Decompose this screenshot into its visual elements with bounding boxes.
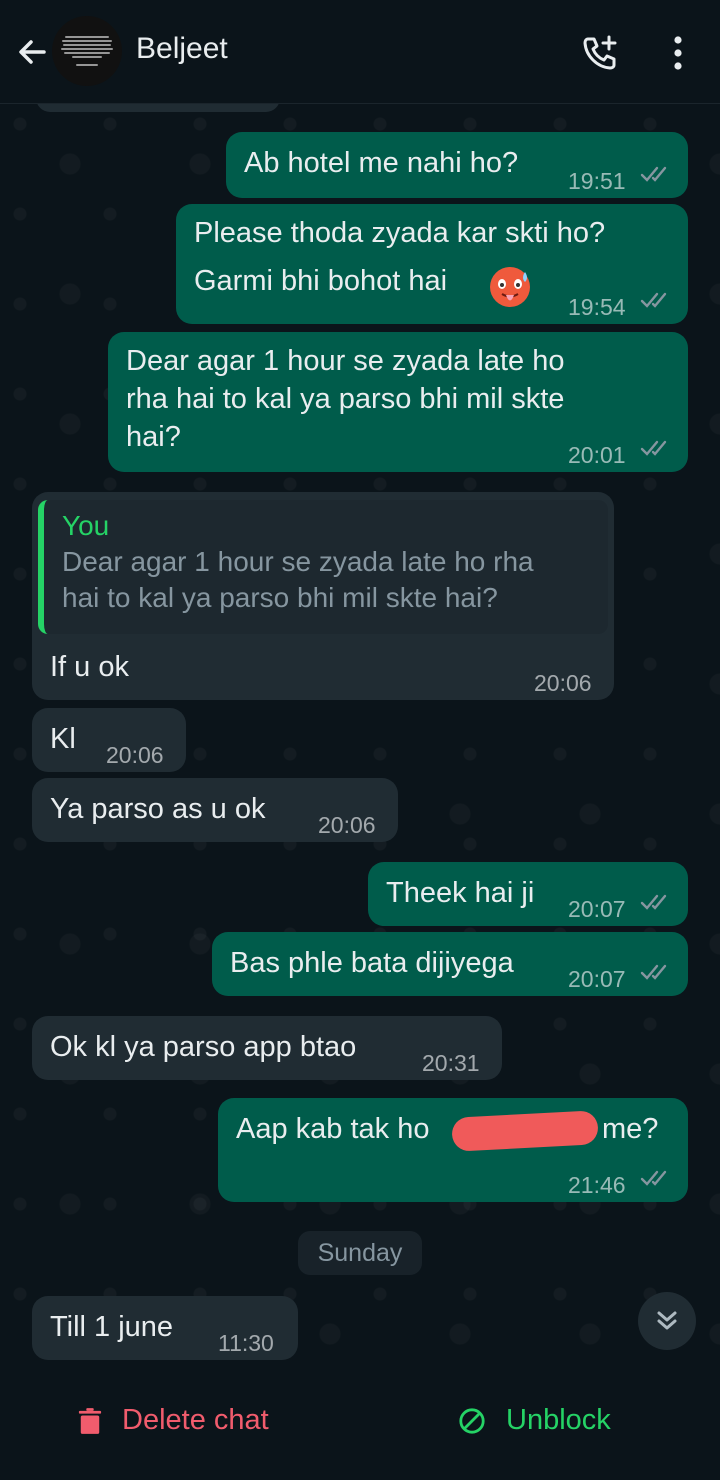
message-bubble-outgoing[interactable]: Dear agar 1 hour se zyada late ho rha ha… [108,332,688,472]
message-list[interactable]: Ab hotel me nahi ho? 19:51 Please thoda … [0,104,720,1366]
message-bubble-outgoing[interactable]: Ab hotel me nahi ho? 19:51 [226,132,688,198]
delete-chat-button[interactable]: Delete chat [78,1404,269,1437]
more-options-icon[interactable] [664,34,692,72]
message-text: Theek hai ji [386,877,535,909]
message-bubble-incoming[interactable]: Ya parso as u ok 20:06 [32,778,398,842]
message-text: If u ok [50,651,129,683]
back-arrow-icon[interactable] [14,34,50,70]
message-time: 20:06 [318,812,376,838]
quote-text-line: hai to kal ya parso bhi mil skte hai? [62,582,498,613]
message-text: Ya parso as u ok [50,793,266,825]
message-text: Ok kl ya parso app btao [50,1031,357,1063]
read-ticks-icon [640,894,667,910]
unblock-button[interactable]: Unblock [458,1404,611,1437]
trash-icon [78,1407,102,1434]
message-text-line: hai? [126,421,181,453]
message-text-line: Please thoda zyada kar skti ho? [194,217,606,249]
message-bubble-outgoing[interactable]: Bas phle bata dijiyega 20:07 [212,932,688,996]
message-time: 20:01 [568,442,626,468]
read-ticks-icon [640,166,667,182]
message-text: Ab hotel me nahi ho? [244,147,519,179]
message-text-end: me? [602,1113,659,1145]
message-bubble-outgoing[interactable]: Theek hai ji 20:07 [368,862,688,926]
message-time: 20:06 [106,742,164,768]
quoted-message[interactable]: You Dear agar 1 hour se zyada late ho rh… [38,500,608,634]
message-bubble-incoming[interactable]: Kl 20:06 [32,708,186,772]
chat-header: Beljeet [0,0,720,104]
read-ticks-icon [640,964,667,980]
quote-author: You [62,510,110,541]
read-ticks-icon [640,292,667,308]
message-text: Kl [50,723,76,755]
message-bubble-outgoing[interactable]: Aap kab tak ho me? 21:46 [218,1098,688,1202]
message-text-line: rha hai to kal ya parso bhi mil skte [126,383,565,415]
read-ticks-icon [640,440,667,456]
message-time: 19:51 [568,168,626,194]
avatar[interactable] [52,16,122,86]
add-call-icon[interactable] [580,33,620,73]
message-time: 20:31 [422,1050,480,1076]
message-time: 21:46 [568,1172,626,1198]
scroll-to-bottom-button[interactable] [638,1292,696,1350]
date-separator: Sunday [298,1231,422,1275]
message-time: 20:07 [568,966,626,992]
message-time: 20:06 [534,670,592,696]
message-bubble-incoming[interactable]: You Dear agar 1 hour se zyada late ho rh… [32,492,614,700]
delete-chat-label: Delete chat [122,1404,269,1436]
blocked-contact-actions: Delete chat Unblock [0,1366,720,1480]
message-bubble-incoming[interactable]: Ok kl ya parso app btao 20:31 [32,1016,502,1080]
quote-text-line: Dear agar 1 hour se zyada late ho rha [62,546,534,577]
message-time: 19:54 [568,294,626,320]
unblock-label: Unblock [506,1404,611,1436]
message-text-line: Garmi bhi bohot hai [194,265,448,297]
message-bubble-incoming[interactable]: Till 1 june 11:30 [32,1296,298,1360]
contact-name[interactable]: Beljeet [136,32,228,66]
message-text: Till 1 june [50,1311,174,1343]
double-chevron-down-icon [657,1311,677,1330]
message-bubble-outgoing[interactable]: Please thoda zyada kar skti ho? Garmi bh… [176,204,688,324]
block-icon [459,1407,485,1434]
read-ticks-icon [640,1170,667,1186]
message-time: 11:30 [218,1330,274,1356]
previous-message-bubble [36,104,280,112]
message-time: 20:07 [568,896,626,922]
hot-face-emoji-icon [490,267,530,307]
message-text-start: Aap kab tak ho [236,1113,430,1145]
message-text-line: Dear agar 1 hour se zyada late ho [126,345,565,377]
message-text: Bas phle bata dijiyega [230,947,514,979]
